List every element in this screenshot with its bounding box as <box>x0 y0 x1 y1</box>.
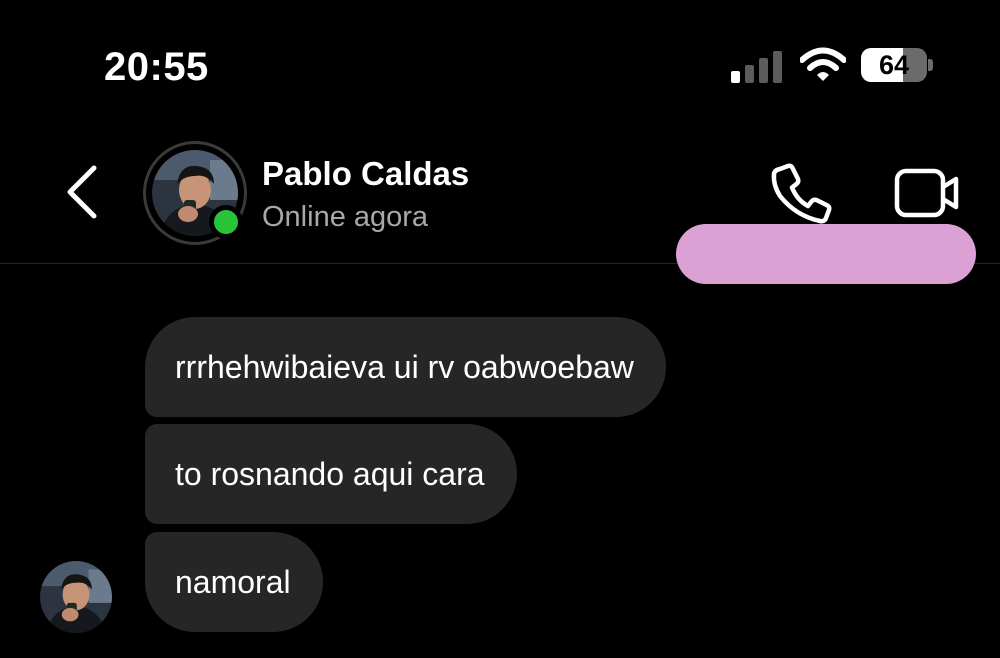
received-message-bubble[interactable]: to rosnando aqui cara <box>145 424 517 524</box>
contact-status: Online agora <box>262 201 429 233</box>
back-button[interactable] <box>60 160 104 224</box>
status-time: 20:55 <box>104 45 209 89</box>
received-message-bubble[interactable]: namoral <box>145 532 323 632</box>
back-chevron-icon <box>67 165 97 219</box>
sender-avatar[interactable] <box>40 561 112 633</box>
voice-call-button[interactable] <box>768 160 834 226</box>
battery-level: 64 <box>878 50 910 80</box>
video-call-button[interactable] <box>890 163 962 223</box>
sent-message-bubble[interactable] <box>676 224 976 284</box>
received-message-bubble[interactable]: rrrhehwibaieva ui rv oabwoebaw <box>145 317 666 417</box>
contact-name[interactable]: Pablo Caldas <box>262 155 469 193</box>
video-camera-icon <box>894 168 959 218</box>
battery-indicator: 64 <box>861 48 927 82</box>
battery-cap <box>928 59 933 71</box>
cellular-signal-icon <box>731 51 782 83</box>
wifi-icon <box>800 47 846 81</box>
phone-icon <box>771 163 832 224</box>
online-status-dot <box>209 205 243 239</box>
